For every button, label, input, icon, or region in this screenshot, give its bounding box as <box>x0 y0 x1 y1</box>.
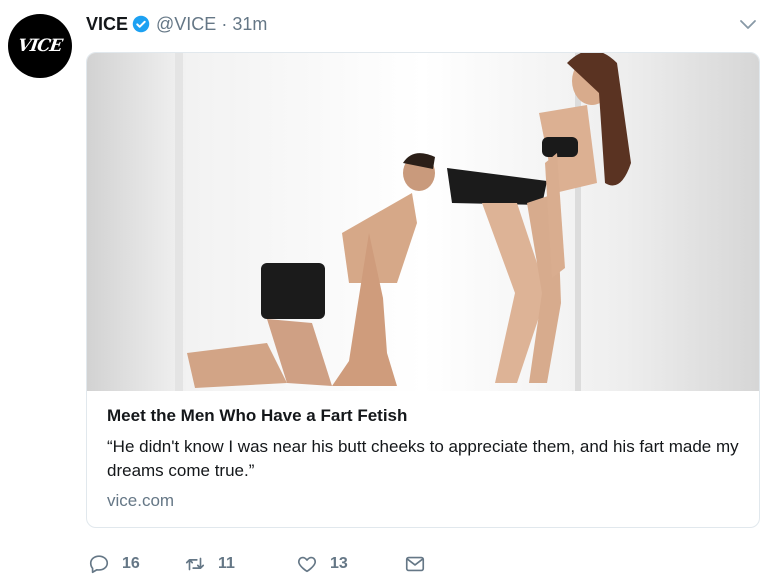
link-card[interactable]: Meet the Men Who Have a Fart Fetish “He … <box>86 52 760 528</box>
like-icon <box>297 556 317 573</box>
retweet-button[interactable]: 11 <box>184 553 296 575</box>
author-name[interactable]: VICE <box>86 14 128 35</box>
tweet-actions: 16 11 13 <box>88 550 438 578</box>
tweet-timestamp[interactable]: 31m <box>232 14 267 35</box>
tweet-header: VICE @VICE · 31m <box>86 12 267 36</box>
chevron-down-icon[interactable] <box>738 14 758 34</box>
reply-button[interactable]: 16 <box>88 553 184 575</box>
card-image <box>87 53 759 391</box>
like-count: 13 <box>330 555 348 572</box>
retweet-icon <box>185 557 205 571</box>
reply-icon <box>89 555 109 574</box>
direct-message-button[interactable] <box>404 553 438 575</box>
avatar[interactable]: VICE <box>8 14 72 78</box>
card-title[interactable]: Meet the Men Who Have a Fart Fetish <box>107 405 739 427</box>
message-icon <box>405 556 425 572</box>
avatar-logo: VICE <box>16 36 64 56</box>
card-description: “He didn't know I was near his butt chee… <box>107 437 739 480</box>
verified-badge-icon <box>132 15 150 33</box>
author-handle[interactable]: @VICE <box>156 14 216 35</box>
like-button[interactable]: 13 <box>296 553 404 575</box>
retweet-count: 11 <box>218 555 235 572</box>
reply-count: 16 <box>122 555 140 572</box>
card-body: Meet the Men Who Have a Fart Fetish “He … <box>107 405 739 511</box>
card-domain: vice.com <box>107 491 175 510</box>
separator-dot: · <box>221 13 228 34</box>
